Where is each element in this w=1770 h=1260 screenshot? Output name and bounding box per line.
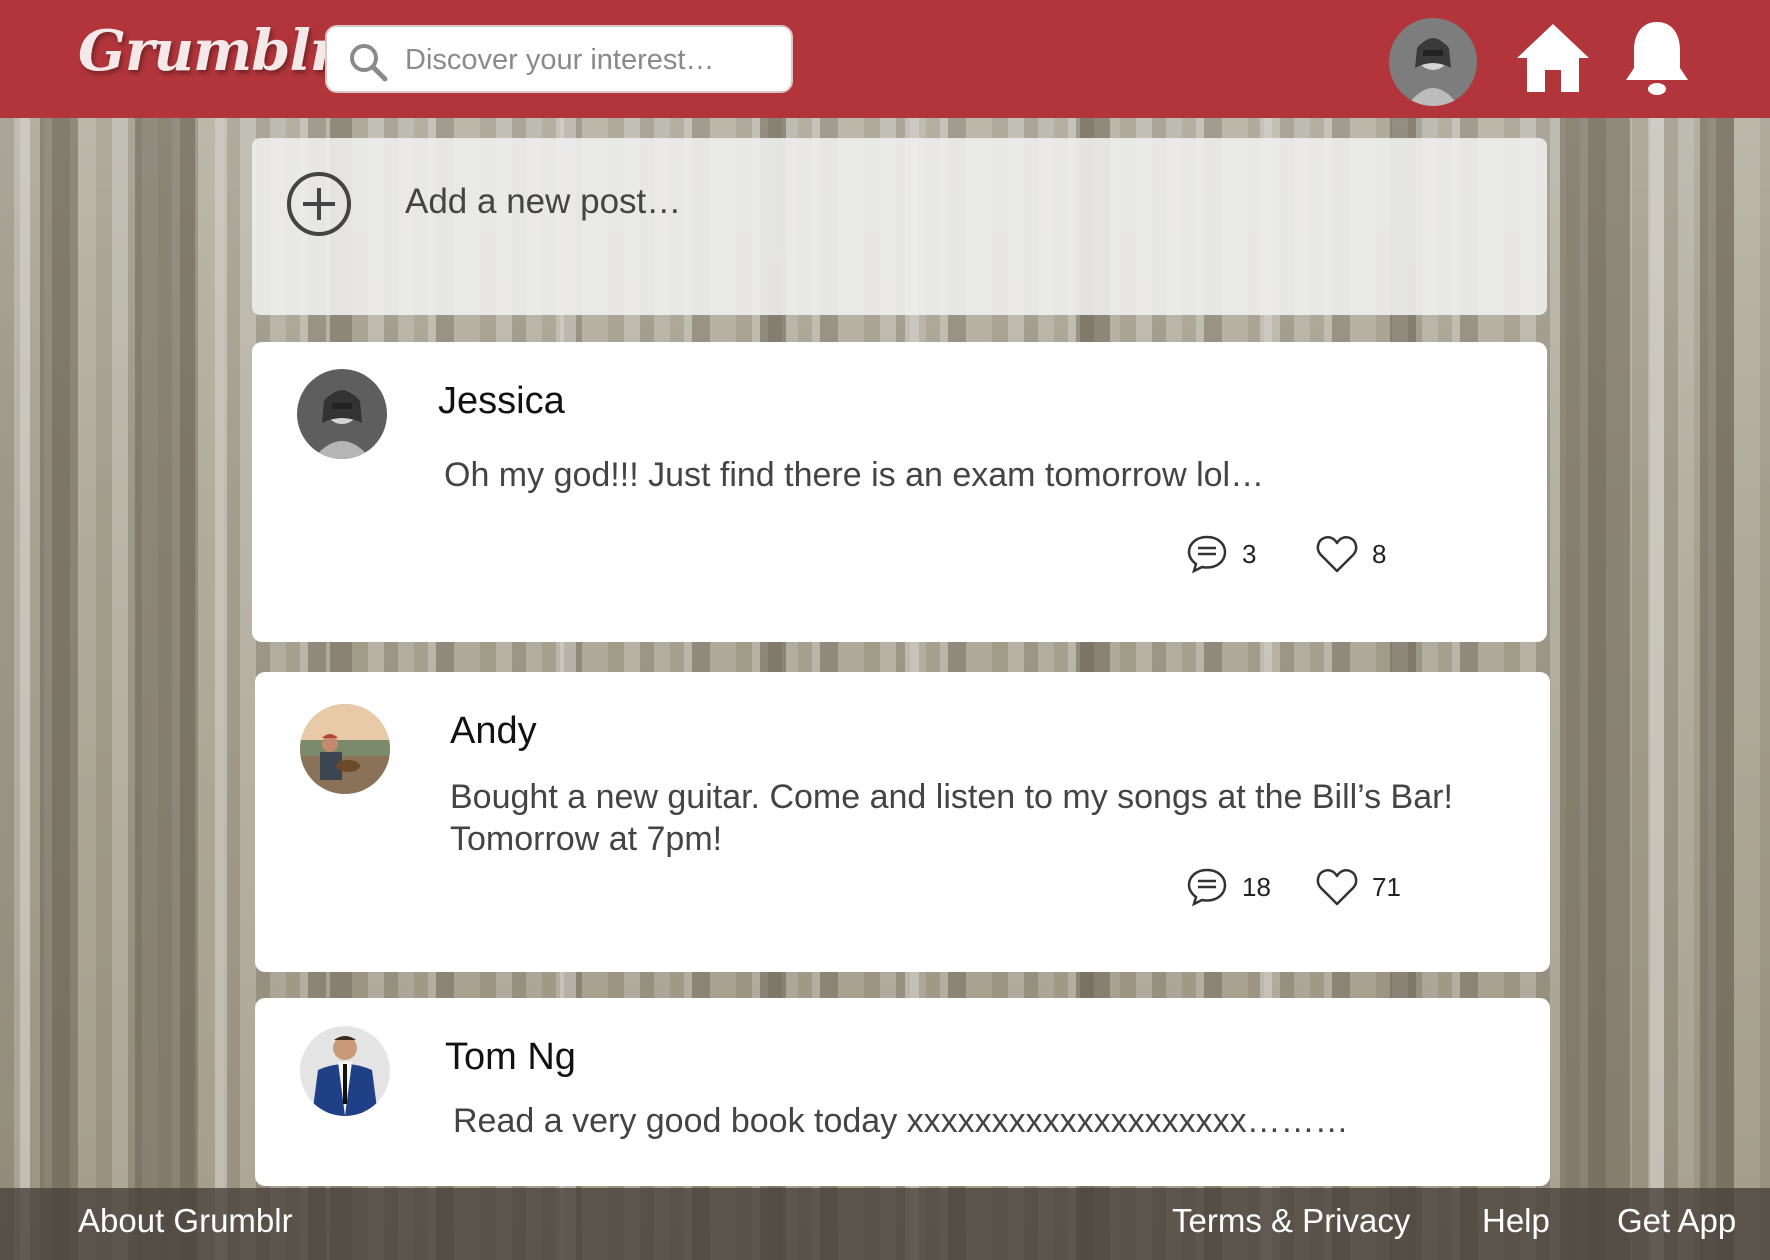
post-author[interactable]: Andy [450, 710, 537, 753]
user-avatar[interactable] [1389, 18, 1477, 106]
home-icon[interactable] [1515, 20, 1591, 96]
plus-circle-icon[interactable] [286, 171, 352, 237]
comment-count-value: 18 [1242, 871, 1271, 902]
like-count[interactable]: 8 [1316, 534, 1386, 574]
post-card: Jessica Oh my god!!! Just find there is … [252, 342, 1547, 642]
like-count-value: 71 [1372, 871, 1401, 902]
post-text: Bought a new guitar. Come and listen to … [450, 778, 1453, 858]
like-count-value: 8 [1372, 538, 1387, 569]
like-count[interactable]: 71 [1316, 867, 1401, 907]
new-post-placeholder[interactable]: Add a new post… [405, 182, 681, 222]
post-text: Read a very good book today xxxxxxxxxxxx… [453, 1102, 1349, 1140]
comment-count-value: 3 [1242, 538, 1257, 569]
heart-icon [1316, 535, 1358, 573]
bell-icon[interactable] [1622, 18, 1692, 100]
top-bar: Grumblr [0, 0, 1770, 118]
search-box[interactable] [325, 25, 793, 93]
comment-count[interactable]: 18 [1186, 867, 1271, 907]
post-author[interactable]: Jessica [438, 380, 565, 423]
footer-link-help[interactable]: Help [1482, 1202, 1550, 1240]
footer-link-about[interactable]: About Grumblr [78, 1202, 293, 1240]
footer-link-terms[interactable]: Terms & Privacy [1172, 1202, 1410, 1240]
comment-count[interactable]: 3 [1186, 534, 1256, 574]
footer-link-get-app[interactable]: Get App [1617, 1202, 1736, 1240]
avatar[interactable] [297, 369, 387, 459]
app-logo[interactable]: Grumblr [78, 18, 339, 84]
search-icon [350, 44, 388, 82]
avatar[interactable] [300, 1026, 390, 1116]
search-input[interactable] [403, 37, 777, 83]
comment-icon [1187, 868, 1227, 907]
new-post-composer[interactable]: Add a new post… [252, 138, 1547, 315]
comment-icon [1187, 535, 1227, 574]
post-author[interactable]: Tom Ng [445, 1036, 576, 1079]
footer-bar: About Grumblr Terms & Privacy Help Get A… [0, 1188, 1770, 1260]
post-card: Tom Ng Read a very good book today xxxxx… [255, 998, 1550, 1186]
post-text: Oh my god!!! Just find there is an exam … [444, 456, 1265, 494]
avatar[interactable] [300, 704, 390, 794]
post-card: Andy Bought a new guitar. Come and liste… [255, 672, 1550, 972]
heart-icon [1316, 868, 1358, 906]
